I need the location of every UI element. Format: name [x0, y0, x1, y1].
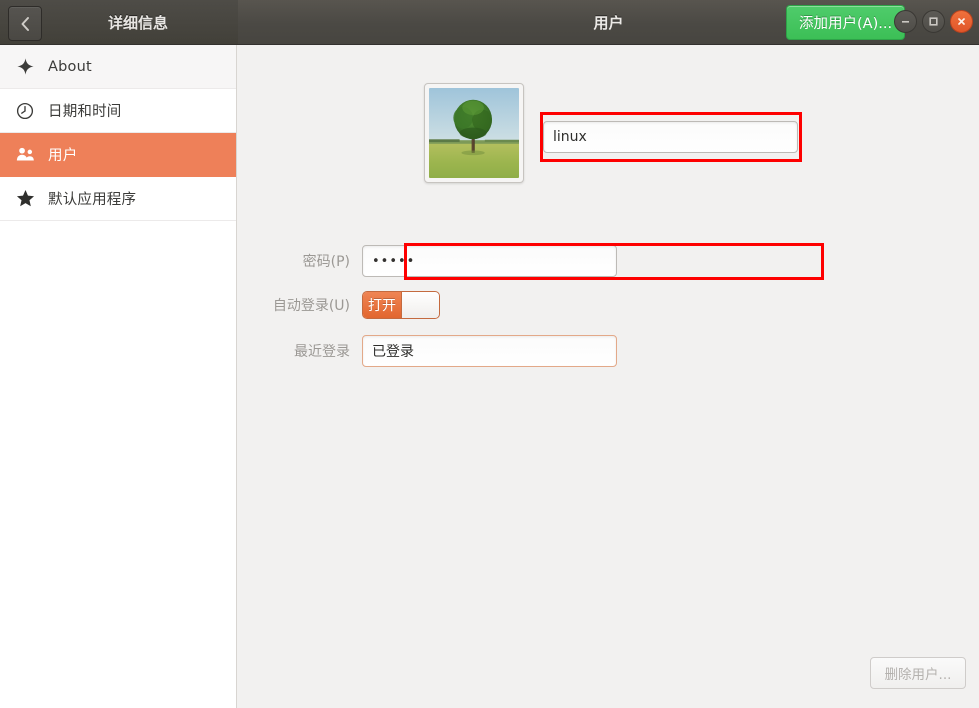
window-controls [894, 10, 973, 33]
password-value: ••••• [372, 253, 416, 269]
sidebar-item-label: 用户 [48, 148, 78, 164]
settings-window: 详细信息 用户 添加用户(A)... About 日期和时间 用户 默认应用程序… [0, 0, 979, 708]
sidebar: About 日期和时间 用户 默认应用程序 [0, 45, 237, 708]
avatar[interactable] [424, 83, 524, 183]
users-panel: linux 密码(P) ••••• 自动登录(U) 打开 最近登录 已登录 删除… [238, 45, 979, 708]
close-icon [956, 12, 967, 31]
sidebar-item-about[interactable]: About [0, 45, 236, 89]
auto-login-row: 自动登录(U) 打开 [238, 291, 440, 319]
last-login-row: 最近登录 已登录 [238, 335, 617, 367]
password-field[interactable]: ••••• [362, 245, 617, 277]
password-label: 密码(P) [302, 254, 350, 270]
minimize-button[interactable] [894, 10, 917, 33]
maximize-icon [928, 12, 939, 31]
add-user-button[interactable]: 添加用户(A)... [786, 5, 906, 40]
panel-title-left: 详细信息 [107, 13, 168, 32]
title-bar: 详细信息 用户 添加用户(A)... [0, 0, 979, 45]
user-name-input[interactable]: linux [543, 121, 798, 153]
clock-icon [14, 100, 36, 122]
back-button[interactable] [8, 6, 42, 41]
auto-login-switch[interactable]: 打开 [362, 291, 440, 319]
auto-login-label: 自动登录(U) [272, 298, 350, 314]
last-login-label: 最近登录 [294, 344, 350, 360]
auto-login-switch-knob [401, 292, 439, 318]
sidebar-item-date-time[interactable]: 日期和时间 [0, 89, 236, 133]
avatar-image [429, 88, 519, 178]
sparkle-icon [14, 56, 36, 78]
users-icon [14, 144, 36, 166]
minimize-icon [900, 12, 911, 31]
sidebar-item-users[interactable]: 用户 [0, 133, 236, 177]
star-icon [14, 188, 36, 210]
sidebar-item-default-apps[interactable]: 默认应用程序 [0, 177, 236, 221]
maximize-button[interactable] [922, 10, 945, 33]
sidebar-item-label: 默认应用程序 [48, 192, 137, 208]
sidebar-item-label: About [48, 58, 92, 75]
last-login-field[interactable]: 已登录 [362, 335, 617, 367]
remove-user-button: 删除用户... [870, 657, 966, 689]
auto-login-switch-state: 打开 [363, 292, 401, 318]
chevron-left-icon [20, 16, 31, 32]
close-button[interactable] [950, 10, 973, 33]
sidebar-item-label: 日期和时间 [48, 104, 122, 120]
password-row: 密码(P) ••••• [238, 245, 617, 277]
